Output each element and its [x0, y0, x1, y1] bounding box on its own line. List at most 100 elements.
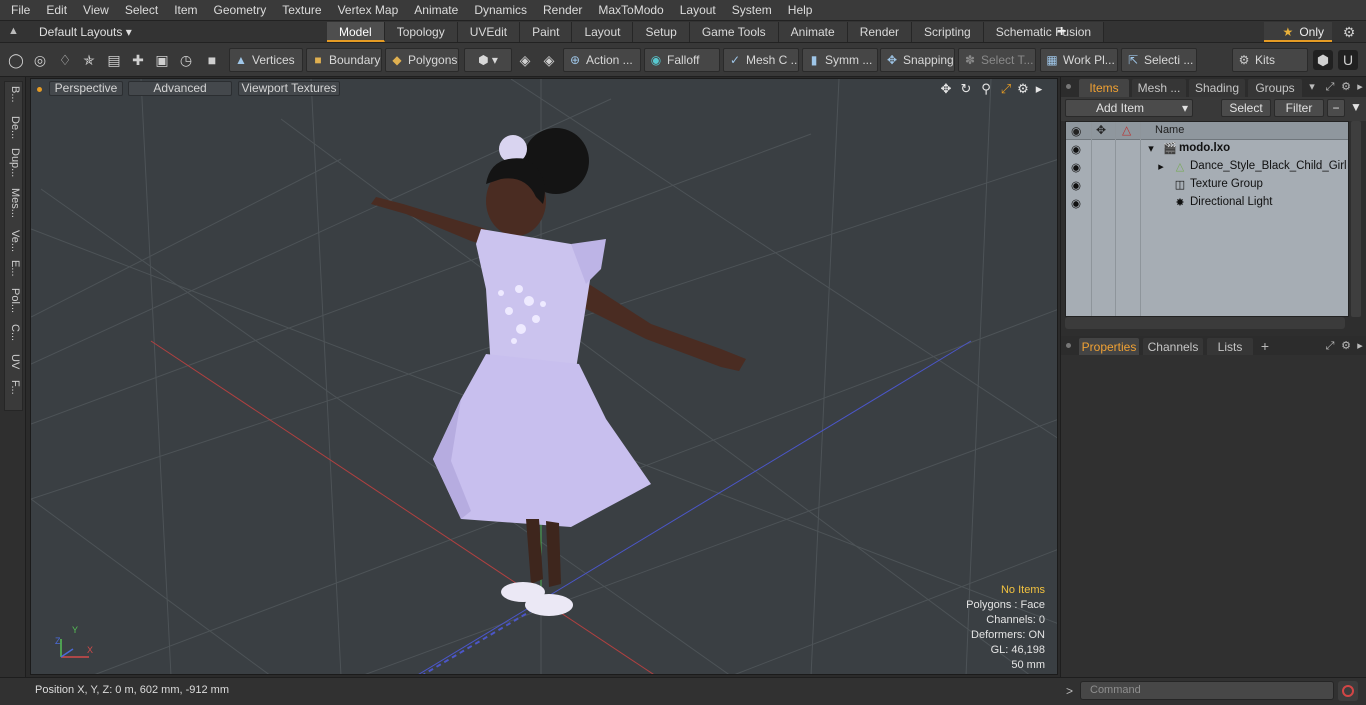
layout-up-icon[interactable]: ▲: [8, 25, 20, 39]
left-tab-mesh-edit[interactable]: Mes...: [8, 188, 22, 218]
unreal-icon[interactable]: U: [1338, 50, 1358, 70]
tab-mesh[interactable]: Mesh ...: [1132, 79, 1186, 97]
action-center-button[interactable]: ⊕ Action ...: [563, 48, 641, 72]
tab-groups[interactable]: Groups: [1248, 79, 1302, 97]
unity-icon[interactable]: ⬢: [1313, 50, 1333, 70]
panel-gear-icon[interactable]: ⚙: [1339, 338, 1353, 354]
viewport-settings-icon[interactable]: ⚙: [1015, 81, 1031, 97]
tab-setup[interactable]: Setup: [633, 22, 690, 42]
menu-geometry[interactable]: Geometry: [206, 0, 275, 21]
eye-icon[interactable]: ◉: [1071, 160, 1085, 174]
tree-row-scene[interactable]: ◉ ▾ 🎬 modo.lxo: [1066, 140, 1348, 158]
tab-properties[interactable]: Properties: [1079, 338, 1139, 356]
tab-scripting[interactable]: Scripting: [912, 22, 984, 42]
left-tab-edge[interactable]: E...: [8, 260, 22, 277]
tabs-more-icon[interactable]: ▾: [1305, 79, 1319, 95]
menu-select[interactable]: Select: [117, 0, 166, 21]
tree-horizontal-scrollbar[interactable]: [1065, 317, 1345, 329]
panel-expand-icon[interactable]: ▸: [1353, 79, 1366, 95]
symmetry-button[interactable]: ▮ Symm ...: [802, 48, 878, 72]
tab-layout[interactable]: Layout: [572, 22, 634, 42]
expand-arrow-icon[interactable]: ▸: [1155, 160, 1167, 173]
menu-layout[interactable]: Layout: [672, 0, 724, 21]
perspective-dropdown[interactable]: Perspective: [49, 81, 123, 96]
character-model[interactable]: [371, 128, 746, 616]
crosshair-icon[interactable]: ✚: [128, 50, 148, 70]
snapping-button[interactable]: ✥ Snapping: [880, 48, 955, 72]
stack-icon[interactable]: ▤: [104, 50, 124, 70]
tab-lists[interactable]: Lists: [1207, 338, 1253, 356]
add-item-dropdown[interactable]: Add Item ▾: [1065, 99, 1193, 117]
gear-icon[interactable]: ⚙: [1340, 23, 1358, 41]
panel-gear-icon[interactable]: ⚙: [1339, 79, 1353, 95]
work-plane-button[interactable]: ▦ Work Pl...: [1040, 48, 1118, 72]
mesh-constraints-button[interactable]: ✓ Mesh C ...: [723, 48, 799, 72]
visibility-column-eye-icon[interactable]: ◉: [1071, 124, 1085, 138]
menu-dynamics[interactable]: Dynamics: [466, 0, 535, 21]
snap-toggle-icon[interactable]: ◈: [515, 50, 535, 70]
tab-uvedit[interactable]: UVEdit: [457, 22, 521, 42]
panel-maximize-icon[interactable]: ⤢: [1323, 79, 1337, 95]
left-tab-deform[interactable]: De...: [8, 116, 22, 139]
left-tab-fusion[interactable]: F...: [8, 380, 22, 395]
tab-model[interactable]: Model: [327, 22, 385, 42]
command-input[interactable]: Command: [1080, 681, 1334, 700]
menu-render[interactable]: Render: [535, 0, 590, 21]
tree-row-texture-group[interactable]: ◉ ◫ Texture Group: [1066, 176, 1348, 194]
menu-item[interactable]: Item: [166, 0, 205, 21]
left-tab-vertex[interactable]: Ve...: [8, 230, 22, 252]
pen-icon[interactable]: ♢: [55, 50, 75, 70]
record-macro-button[interactable]: [1338, 681, 1358, 701]
brush-icon[interactable]: ✯: [79, 50, 99, 70]
left-tab-duplicate[interactable]: Dup...: [8, 148, 22, 177]
falloff-button[interactable]: ◉ Falloff: [644, 48, 720, 72]
kits-button[interactable]: ⚙ Kits: [1232, 48, 1308, 72]
menu-vertex-map[interactable]: Vertex Map: [330, 0, 407, 21]
tab-animate[interactable]: Animate: [778, 22, 848, 42]
left-tab-uv[interactable]: UV: [8, 354, 22, 369]
panel-maximize-icon[interactable]: ⤢: [1323, 338, 1337, 354]
menu-file[interactable]: File: [0, 0, 38, 21]
left-tab-basic[interactable]: B...: [8, 86, 22, 103]
selection-sets-button[interactable]: ⇱ Selecti ...: [1121, 48, 1197, 72]
material-mode-dropdown[interactable]: ⬢ ▾: [464, 48, 512, 72]
tab-channels[interactable]: Channels: [1143, 338, 1203, 356]
menu-system[interactable]: System: [724, 0, 780, 21]
menu-edit[interactable]: Edit: [38, 0, 75, 21]
clock-icon[interactable]: ◷: [176, 50, 196, 70]
collapse-icon[interactable]: −: [1327, 99, 1345, 117]
tree-vertical-scrollbar[interactable]: [1351, 121, 1361, 317]
tree-row-directional-light[interactable]: ◉ ✸ Directional Light: [1066, 194, 1348, 212]
render-column-icon[interactable]: △: [1122, 123, 1131, 137]
advanced-dropdown[interactable]: Advanced: [128, 81, 232, 96]
panel-expand-icon[interactable]: ▸: [1353, 338, 1366, 354]
move-view-icon[interactable]: ✥: [938, 81, 954, 97]
vertices-button[interactable]: ▲ Vertices: [229, 48, 303, 72]
eye-icon[interactable]: ◉: [1071, 142, 1085, 156]
zoom-icon[interactable]: ⚲: [978, 81, 994, 97]
tab-paint[interactable]: Paint: [520, 22, 573, 42]
add-panel-tab-button[interactable]: +: [1258, 338, 1272, 354]
tab-schematic-fusion[interactable]: Schematic Fusion: [983, 22, 1105, 42]
add-tab-button[interactable]: +: [1057, 21, 1071, 43]
tab-topology[interactable]: Topology: [384, 22, 458, 42]
tab-game-tools[interactable]: Game Tools: [689, 22, 779, 42]
select-button[interactable]: Select: [1221, 99, 1271, 117]
default-layouts-dropdown[interactable]: Default Layouts ▾: [33, 21, 138, 43]
select-through-button[interactable]: ✽ Select T...: [958, 48, 1036, 72]
maximize-icon[interactable]: ⤢: [998, 81, 1014, 97]
eye-icon[interactable]: ◉: [1071, 178, 1085, 192]
globe-icon[interactable]: ◎: [30, 50, 50, 70]
3d-viewport[interactable]: Y X Z Perspective Advanced Viewport Text…: [30, 78, 1058, 675]
tree-row-mesh[interactable]: ◉ ▸ △ Dance_Style_Black_Child_Girl ...: [1066, 158, 1348, 176]
menu-texture[interactable]: Texture: [274, 0, 329, 21]
menu-help[interactable]: Help: [780, 0, 821, 21]
viewport-textures-dropdown[interactable]: Viewport Textures: [238, 81, 340, 96]
expand-arrow-icon[interactable]: ▾: [1145, 142, 1157, 155]
tab-render[interactable]: Render: [847, 22, 913, 42]
left-tab-polygon[interactable]: Pol...: [8, 288, 22, 313]
cube-icon[interactable]: ■: [202, 50, 222, 70]
left-tab-curve[interactable]: C...: [8, 324, 22, 341]
boundary-button[interactable]: ■ Boundary: [306, 48, 382, 72]
mirror-icon[interactable]: ◈: [539, 50, 559, 70]
